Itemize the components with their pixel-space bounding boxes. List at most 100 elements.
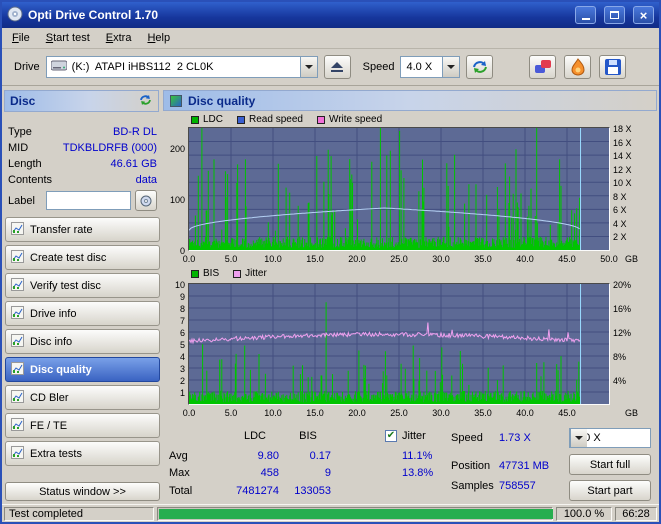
field-label: Length — [8, 158, 64, 170]
status-window-button[interactable]: Status window >> — [5, 482, 160, 501]
drive-select-arrow[interactable] — [300, 57, 317, 77]
minimize-button[interactable] — [575, 6, 596, 24]
sidebar-item-label: Disc info — [30, 336, 72, 348]
chart-section-header: Disc quality — [163, 90, 657, 111]
mini-chart-icon — [11, 306, 24, 319]
sidebar-item-drive-info[interactable]: Drive info — [5, 301, 160, 326]
sidebar-item-extra-tests[interactable]: Extra tests — [5, 441, 160, 466]
bottom-chart-frame — [188, 283, 610, 405]
chevron-down-icon — [305, 65, 313, 73]
start-full-button[interactable]: Start full — [569, 454, 651, 475]
eject-button[interactable] — [324, 55, 351, 79]
eraser-icon — [533, 58, 553, 76]
legend-item-write-speed: Write speed — [317, 114, 382, 125]
axis-tick-label: 30.0 — [427, 254, 455, 264]
refresh-disc-info-button[interactable] — [138, 93, 153, 110]
sidebar-item-icon — [11, 306, 24, 322]
flame-icon — [568, 58, 588, 76]
speed-select-value: 4.0 X — [401, 61, 437, 73]
top-chart-frame — [188, 127, 610, 251]
menu-item-file[interactable]: File — [4, 29, 38, 47]
ldc-max-value: 458 — [219, 467, 279, 479]
start-full-label: Start full — [590, 459, 630, 471]
status-text: Test completed — [4, 507, 154, 521]
save-results-button[interactable] — [599, 55, 626, 79]
legend-item-jitter: Jitter — [233, 268, 267, 279]
axis-tick-label: 20.0 — [343, 408, 371, 418]
sidebar-item-verify-test-disc[interactable]: Verify test disc — [5, 273, 160, 298]
axis-tick-label: 20.0 — [343, 254, 371, 264]
test-speed-select-arrow[interactable] — [570, 429, 587, 447]
axis-tick-label: 10 X — [613, 178, 645, 188]
app-icon — [7, 6, 23, 25]
start-part-button[interactable]: Start part — [569, 480, 651, 501]
disc-field-length: Length46.61 GB — [8, 156, 157, 172]
mini-chart-icon — [11, 390, 24, 403]
axis-tick-label: 6 X — [613, 205, 645, 215]
sidebar-item-disc-quality[interactable]: Disc quality — [5, 357, 160, 382]
chart-section-title: Disc quality — [188, 94, 255, 108]
sidebar-item-label: Drive info — [30, 308, 76, 320]
speed-label: Speed — [363, 61, 395, 73]
test-speed-select[interactable]: 4.0 X — [569, 428, 651, 448]
progress-bar — [157, 507, 553, 521]
disc-label-row: Label — [8, 190, 157, 211]
disc-label-tool-button[interactable] — [135, 190, 157, 211]
drive-select[interactable]: (K:) ATAPI iHBS112 2 CL0K — [46, 56, 318, 78]
refresh-icon — [470, 58, 490, 76]
sidebar-item-create-test-disc[interactable]: Create test disc — [5, 245, 160, 270]
axis-tick-label: 10.0 — [259, 408, 287, 418]
legend-label: Jitter — [245, 268, 267, 279]
burn-button[interactable] — [564, 55, 591, 79]
bis-avg-value: 0.17 — [285, 450, 331, 462]
chevron-down-icon — [575, 436, 583, 444]
axis-tick-label: 4 — [161, 352, 185, 362]
legend-label: BIS — [203, 268, 219, 279]
mini-chart-icon — [11, 222, 24, 235]
jitter-checkbox[interactable]: ✔ — [385, 430, 397, 442]
menu-item-start-test[interactable]: Start test — [38, 29, 98, 47]
erase-disc-button[interactable] — [529, 55, 556, 79]
stats-col-header-bis: BIS — [285, 430, 331, 442]
progress-percent: 100.0 % — [556, 507, 612, 521]
status-bar: Test completed 100.0 % 66:28 — [2, 504, 659, 522]
legend-item-bis: BIS — [191, 268, 219, 279]
axis-tick-label: 16 X — [613, 138, 645, 148]
close-button[interactable]: × — [633, 6, 654, 24]
axis-tick-label: 30.0 — [427, 408, 455, 418]
sidebar-item-label: Verify test disc — [30, 280, 101, 292]
jitter-max-value: 13.8% — [402, 467, 433, 479]
axis-tick-label: 15.0 — [301, 254, 329, 264]
axis-tick-label: 16% — [613, 304, 645, 314]
maximize-button[interactable] — [604, 6, 625, 24]
sidebar-item-cd-bler[interactable]: CD Bler — [5, 385, 160, 410]
legend-swatch — [233, 270, 241, 278]
axis-tick-label: 10 — [161, 280, 185, 290]
sidebar-item-disc-info[interactable]: Disc info — [5, 329, 160, 354]
speed-select-arrow[interactable] — [442, 57, 459, 77]
field-value: 46.61 GB — [64, 158, 157, 170]
field-label: MID — [8, 142, 63, 154]
bis-total-value: 133053 — [285, 485, 331, 497]
sidebar-item-fe-te[interactable]: FE / TE — [5, 413, 160, 438]
sidebar-item-transfer-rate[interactable]: Transfer rate — [5, 217, 160, 242]
stats-col-header-ldc: LDC — [231, 430, 279, 442]
disc-label-input[interactable] — [46, 191, 131, 210]
menu-item-help[interactable]: Help — [139, 29, 178, 47]
disc-field-contents: Contentsdata — [8, 172, 157, 188]
menu-item-extra[interactable]: Extra — [98, 29, 140, 47]
axis-tick-label: 50.0 — [595, 254, 623, 264]
speed-select[interactable]: 4.0 X — [400, 56, 460, 78]
samples-stat-value: 758557 — [499, 480, 536, 492]
disc-field-mid: MIDTDKBLDRFB (000) — [8, 140, 157, 156]
stats-panel: LDC BIS Avg Max Total 9.80 458 7481274 0… — [161, 428, 659, 504]
disc-panel-title: Disc — [10, 94, 35, 108]
speed-stat-value: 1.73 X — [499, 432, 531, 444]
axis-tick-label: 5 — [161, 340, 185, 350]
axis-tick-label: GB — [625, 254, 647, 264]
refresh-speeds-button[interactable] — [466, 55, 493, 79]
chart-panel: Disc quality LDCRead speedWrite speed BI… — [161, 88, 659, 504]
menu-bar: FileStart testExtraHelp — [2, 28, 659, 49]
save-icon — [604, 58, 622, 76]
ldc-total-value: 7481274 — [219, 485, 279, 497]
